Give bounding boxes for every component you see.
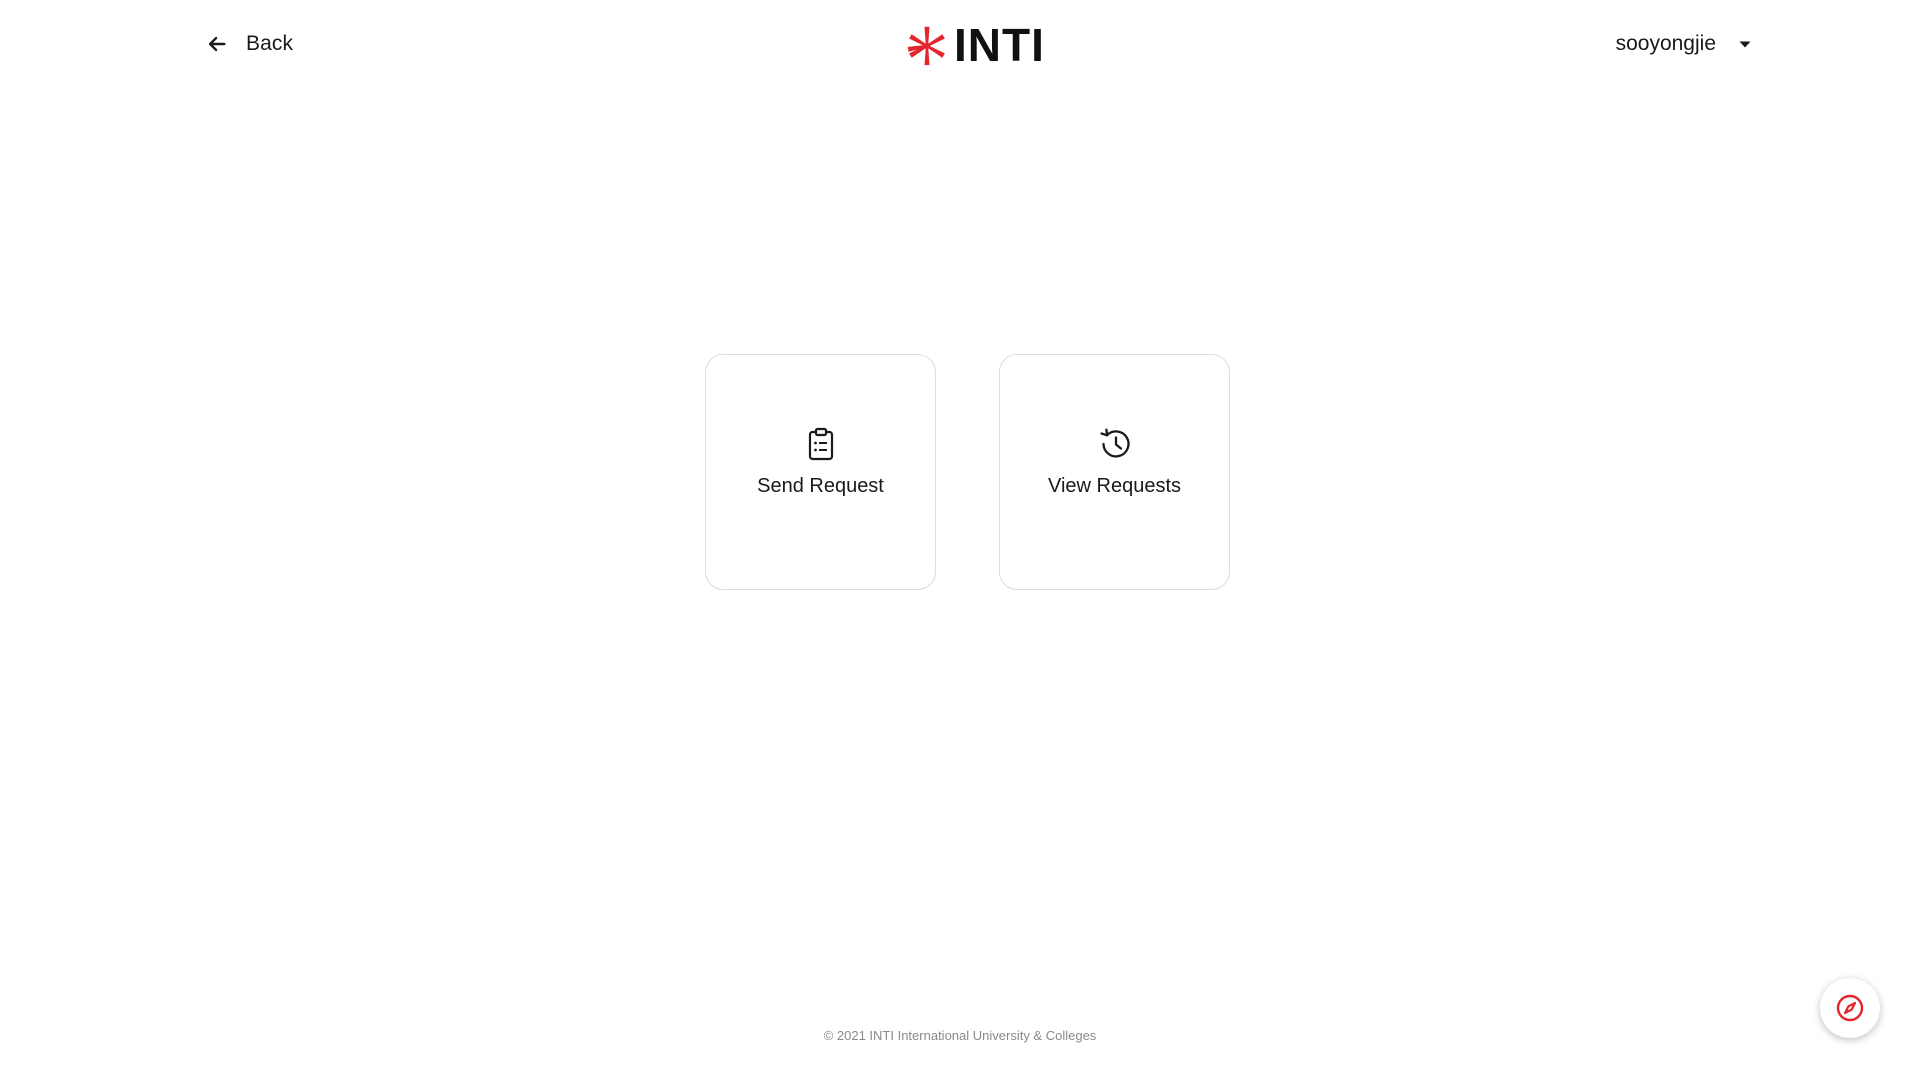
inti-logo: INTI: [904, 20, 1045, 70]
username: sooyongjie: [1615, 32, 1716, 55]
view-requests-card[interactable]: View Requests: [999, 354, 1230, 590]
floating-compass-button[interactable]: [1820, 978, 1880, 1038]
arrow-left-icon: [206, 33, 228, 55]
user-menu[interactable]: sooyongjie: [1616, 28, 1752, 60]
send-request-card[interactable]: Send Request: [705, 354, 936, 590]
caret-down-icon: [1738, 37, 1752, 51]
history-clock-icon: [1096, 425, 1134, 463]
logo-text: INTI: [954, 19, 1045, 71]
inti-asterisk-logo-icon: [904, 22, 950, 68]
back-button[interactable]: Back: [206, 28, 293, 60]
top-header: Back INTI sooyongjie: [0, 0, 1920, 88]
back-label: Back: [246, 32, 294, 55]
send-request-label: Send Request: [757, 475, 884, 497]
clipboard-list-icon: [802, 425, 840, 463]
action-cards: Send Request View Requests: [705, 354, 1230, 590]
view-requests-label: View Requests: [1047, 475, 1182, 497]
compass-icon: [1835, 993, 1865, 1023]
footer-copyright: © 2021 INTI International University & C…: [823, 1028, 1097, 1043]
